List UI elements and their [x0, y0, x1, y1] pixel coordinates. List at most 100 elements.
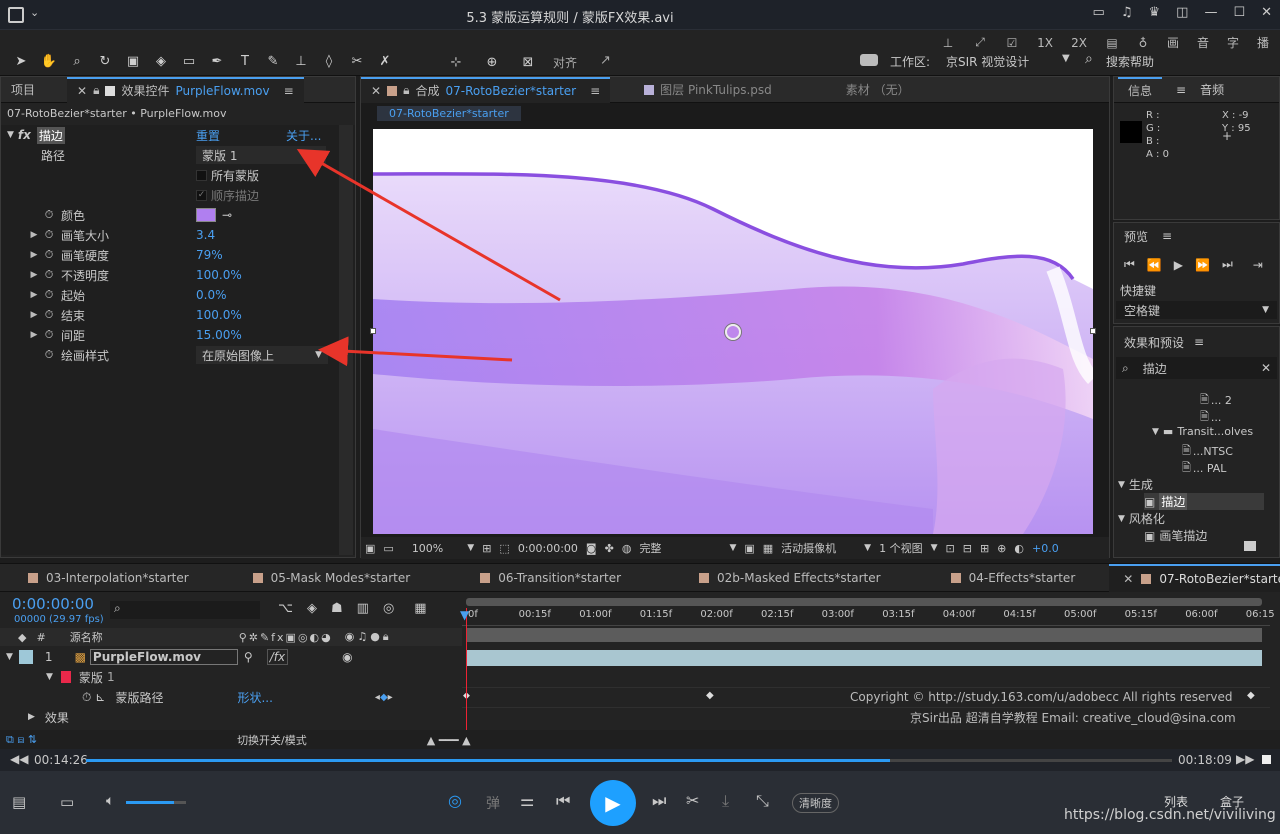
motion-blur-icon[interactable]: ◎: [383, 601, 394, 616]
scissors-icon[interactable]: ✂: [686, 791, 699, 810]
twirl-icon[interactable]: ▶: [28, 712, 35, 722]
close-tab-icon[interactable]: ✕: [1123, 572, 1133, 586]
graph-icon[interactable]: ⊾: [95, 690, 105, 704]
expand-icon[interactable]: ▼: [46, 672, 53, 682]
shy-icon[interactable]: ☗: [331, 601, 343, 616]
equalizer-icon[interactable]: ⚌: [520, 791, 534, 810]
av-icons[interactable]: ◉♫●🔒︎: [345, 630, 392, 644]
expand-icon[interactable]: ▼: [1118, 514, 1125, 524]
tree-item-3[interactable]: Transit...olves: [1177, 425, 1253, 438]
comp-mini-flowchart-icon[interactable]: ⌥: [278, 601, 293, 616]
frame-blend-icon[interactable]: ▥: [357, 601, 369, 616]
expand-icon[interactable]: ▼: [1118, 480, 1125, 490]
tree-item-stroke[interactable]: 描边: [1159, 493, 1188, 510]
switches-icons[interactable]: ⚲✲✎fx▣◎◐◕: [239, 631, 333, 644]
layer-color-swatch[interactable]: [18, 650, 33, 664]
tab-audio[interactable]: 音频: [1200, 81, 1224, 98]
stopwatch-icon[interactable]: ⏱︎: [82, 690, 91, 705]
panel-menu-icon[interactable]: ≡: [1176, 83, 1186, 97]
folder-icon[interactable]: ▤: [12, 793, 26, 811]
effects-search[interactable]: ⌕ 描边 ✕: [1116, 357, 1277, 379]
effects-row[interactable]: ▶ 效果: [0, 707, 69, 727]
tree-item-1[interactable]: ... 2: [1211, 394, 1232, 407]
comp-swatch-icon: [950, 572, 961, 583]
visibility-icon[interactable]: ◉: [342, 650, 352, 664]
tree-item-brush-strokes[interactable]: 画笔描边: [1159, 527, 1207, 544]
vr-mode-icon[interactable]: ◎: [448, 791, 462, 810]
timeline-search[interactable]: ⌕: [110, 601, 260, 619]
seek-forward-icon[interactable]: ▶▶: [1236, 752, 1254, 766]
mask-path-row[interactable]: ⏱︎ ⊾ 蒙版路径 形状... ◂◆▸: [0, 687, 393, 707]
download-icon[interactable]: ⤓: [722, 791, 729, 811]
keyframe-mid[interactable]: ◆: [706, 690, 714, 701]
fullscreen-toggle-icon[interactable]: ⤡: [756, 791, 769, 811]
tab-comp-02b[interactable]: 02b-Masked Effects*starter: [635, 564, 895, 592]
time-navigator[interactable]: [466, 598, 1262, 606]
play-icon[interactable]: ▶: [1174, 258, 1183, 272]
shortcut-value: 空格键: [1124, 303, 1161, 318]
layer-name[interactable]: PurpleFlow.mov: [89, 649, 238, 665]
source-name-header[interactable]: 源名称: [70, 629, 103, 645]
next-frame-icon[interactable]: ⏩: [1195, 258, 1210, 272]
panel-menu-icon[interactable]: ≡: [1162, 229, 1172, 243]
panel-menu-icon[interactable]: ≡: [1194, 335, 1204, 349]
bullet-comment-button[interactable]: 弹: [486, 793, 500, 813]
ruler-label: 06:15: [1245, 609, 1275, 620]
layer-row[interactable]: ▼ 1 ▩ PurpleFlow.mov ⚲ /fx ◉: [0, 647, 462, 667]
clear-search-icon[interactable]: ✕: [1261, 361, 1271, 375]
mask-path-value[interactable]: 形状...: [237, 689, 272, 706]
open-folder-icon[interactable]: ▭: [60, 793, 74, 811]
last-frame-icon[interactable]: ⏭: [1222, 257, 1233, 272]
play-button[interactable]: ▶: [590, 780, 636, 826]
keyframe-end[interactable]: ◆: [1247, 690, 1255, 701]
fx-switch[interactable]: /fx: [266, 649, 289, 665]
loop-icon[interactable]: ⇥: [1253, 258, 1263, 272]
shy-switch[interactable]: ⚲: [244, 650, 253, 664]
info-panel: 信息 ≡ 音频 R : G : B : A : 0 X : -9 Y : 95 …: [1113, 76, 1280, 220]
first-frame-icon[interactable]: ⏮: [1124, 257, 1135, 272]
volume-slider[interactable]: [126, 801, 186, 804]
next-icon[interactable]: ⏭: [652, 791, 666, 811]
tab-comp-04[interactable]: 04-Effects*starter: [895, 564, 1090, 592]
label-icon[interactable]: ◆: [18, 631, 26, 644]
stop-icon[interactable]: [1262, 755, 1271, 764]
work-area-bar[interactable]: [466, 628, 1262, 642]
expand-icon[interactable]: ▼: [6, 652, 13, 662]
hash-header: #: [36, 630, 46, 644]
volume-icon[interactable]: 🔈︎: [106, 793, 114, 809]
tree-category-generate[interactable]: 生成: [1129, 476, 1153, 493]
keyframe-nav-icon[interactable]: ◂◆▸: [375, 692, 393, 703]
previous-icon[interactable]: ⏮: [556, 791, 570, 811]
shortcut-dropdown[interactable]: 空格键 ▼: [1116, 301, 1277, 319]
tab-comp-05[interactable]: 05-Mask Modes*starter: [203, 564, 425, 592]
draft-3d-icon[interactable]: ◈: [307, 601, 317, 616]
prev-frame-icon[interactable]: ⏪: [1147, 258, 1162, 272]
tree-item-4[interactable]: ...NTSC: [1193, 445, 1233, 458]
tab-label: 06-Transition*starter: [498, 570, 622, 585]
playhead[interactable]: [466, 608, 467, 730]
tab-info[interactable]: 信息: [1118, 76, 1163, 103]
ruler-label: 04:00f: [942, 609, 976, 620]
toggle-icons[interactable]: ⧉ ⧈ ⇅: [6, 733, 37, 747]
mask-row[interactable]: ▼ 蒙版 1: [0, 667, 115, 687]
zoom-slider[interactable]: ▲ ━━━ ▲: [427, 734, 471, 747]
folder-icon: ▬: [1162, 425, 1174, 438]
expand-icon[interactable]: ▼: [1152, 427, 1159, 437]
progress-track[interactable]: [86, 759, 1172, 762]
toggle-switches-label[interactable]: 切换开关/模式: [237, 732, 307, 748]
new-folder-icon[interactable]: [1244, 541, 1256, 551]
tree-item-5[interactable]: ... PAL: [1193, 462, 1227, 475]
tab-comp-06[interactable]: 06-Transition*starter: [424, 564, 635, 592]
tab-comp-07[interactable]: ✕ 07-RotoBezier*starter ≡: [1109, 563, 1280, 592]
clarity-button[interactable]: 清晰度: [792, 793, 839, 813]
graph-editor-icon[interactable]: ▦: [414, 601, 426, 616]
current-timecode[interactable]: 0:00:00:00: [12, 595, 94, 613]
volume-fill: [126, 801, 174, 804]
tab-comp-03[interactable]: 03-Interpolation*starter: [0, 564, 203, 592]
layer-duration-bar[interactable]: [466, 650, 1262, 666]
seek-back-icon[interactable]: ◀◀: [10, 752, 28, 766]
mask-color-swatch[interactable]: [60, 671, 71, 683]
tree-item-2[interactable]: ...: [1211, 411, 1222, 424]
tree-category-stylize[interactable]: 风格化: [1129, 510, 1165, 527]
effects-search-value[interactable]: 描边: [1143, 360, 1167, 377]
